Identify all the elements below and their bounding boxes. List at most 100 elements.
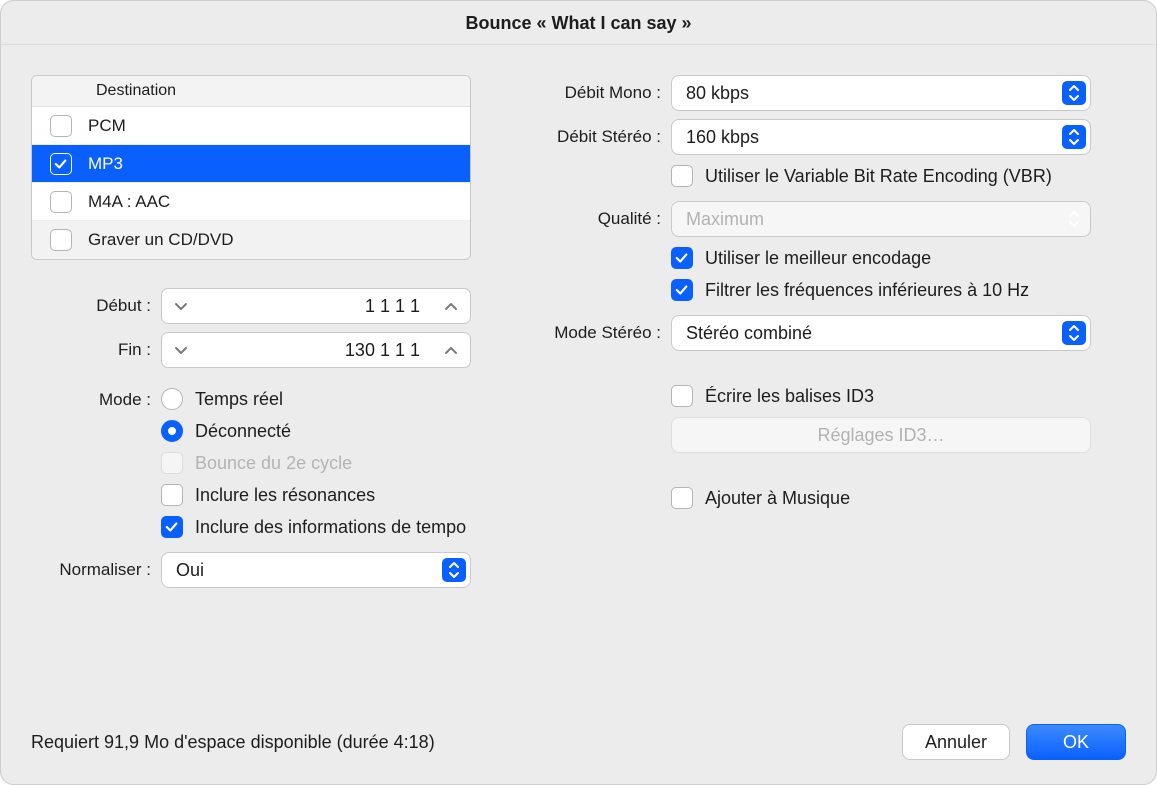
start-row: Début : 1 1 1 1 xyxy=(31,288,471,324)
vbr-option[interactable]: Utiliser le Variable Bit Rate Encoding (… xyxy=(671,165,1126,187)
updown-icon xyxy=(442,558,466,582)
quality-label: Qualité : xyxy=(501,209,671,229)
ok-button[interactable]: OK xyxy=(1026,724,1126,760)
destination-checkbox-cd[interactable] xyxy=(50,229,72,251)
destination-row-mp3[interactable]: MP3 xyxy=(32,145,470,183)
best-encoding-label: Utiliser le meilleur encodage xyxy=(705,248,931,269)
write-id3-option[interactable]: Écrire les balises ID3 xyxy=(671,385,1126,407)
start-stepper[interactable]: 1 1 1 1 xyxy=(161,288,471,324)
add-to-music-option[interactable]: Ajouter à Musique xyxy=(671,487,1126,509)
start-decrement[interactable] xyxy=(162,289,200,323)
checkbox-best-encoding[interactable] xyxy=(671,247,693,269)
footer-status: Requiert 91,9 Mo d'espace disponible (du… xyxy=(31,732,902,753)
destination-checkbox-mp3[interactable] xyxy=(50,153,72,175)
id3-settings-button: Réglages ID3… xyxy=(671,417,1091,453)
checkbox-add-to-music[interactable] xyxy=(671,487,693,509)
end-value[interactable]: 130 1 1 1 xyxy=(200,340,432,361)
mode-second-cycle: Bounce du 2e cycle xyxy=(161,452,466,474)
footer-actions: Annuler OK xyxy=(902,724,1126,760)
destination-row-pcm[interactable]: PCM xyxy=(32,107,470,145)
cancel-button[interactable]: Annuler xyxy=(902,724,1010,760)
stereo-mode-value: Stéréo combiné xyxy=(686,323,1054,344)
mode-row: Mode : Temps réel Déconnecté Bounce du 2… xyxy=(31,388,471,538)
stereo-select[interactable]: 160 kbps xyxy=(671,119,1091,155)
start-label: Début : xyxy=(31,296,161,316)
updown-icon xyxy=(1062,207,1086,231)
updown-icon xyxy=(1062,321,1086,345)
mode-realtime-label: Temps réel xyxy=(195,389,283,410)
quality-value: Maximum xyxy=(686,209,1054,230)
mode-realtime[interactable]: Temps réel xyxy=(161,388,466,410)
mode-include-tempo[interactable]: Inclure des informations de tempo xyxy=(161,516,466,538)
mono-select[interactable]: 80 kbps xyxy=(671,75,1091,111)
chevron-down-icon xyxy=(173,343,189,357)
end-stepper[interactable]: 130 1 1 1 xyxy=(161,332,471,368)
mono-value: 80 kbps xyxy=(686,83,1054,104)
filter-10hz-label: Filtrer les fréquences inférieures à 10 … xyxy=(705,280,1029,301)
mode-offline-label: Déconnecté xyxy=(195,421,291,442)
chevron-down-icon xyxy=(173,299,189,313)
checkbox-second-cycle xyxy=(161,452,183,474)
mode-include-tail-label: Inclure les résonances xyxy=(195,485,375,506)
best-encoding-option[interactable]: Utiliser le meilleur encodage xyxy=(671,247,1126,269)
quality-select: Maximum xyxy=(671,201,1091,237)
chevron-up-icon xyxy=(443,299,459,313)
normalize-row: Normaliser : Oui xyxy=(31,552,471,588)
radio-realtime[interactable] xyxy=(161,388,183,410)
vbr-label: Utiliser le Variable Bit Rate Encoding (… xyxy=(705,166,1052,187)
quality-row: Qualité : Maximum xyxy=(501,201,1126,237)
destination-row-cd[interactable]: Graver un CD/DVD xyxy=(32,221,470,259)
radio-offline[interactable] xyxy=(161,420,183,442)
destination-label: M4A : AAC xyxy=(88,192,170,212)
ok-label: OK xyxy=(1063,732,1089,753)
end-decrement[interactable] xyxy=(162,333,200,367)
write-id3-label: Écrire les balises ID3 xyxy=(705,386,874,407)
stereo-label: Débit Stéréo : xyxy=(501,127,671,147)
end-row: Fin : 130 1 1 1 xyxy=(31,332,471,368)
checkbox-filter-10hz[interactable] xyxy=(671,279,693,301)
mono-row: Débit Mono : 80 kbps xyxy=(501,75,1126,111)
window-title: Bounce « What I can say » xyxy=(1,1,1156,45)
checkbox-include-tempo[interactable] xyxy=(161,516,183,538)
destination-label: MP3 xyxy=(88,154,123,174)
checkbox-include-tail[interactable] xyxy=(161,484,183,506)
right-column: Débit Mono : 80 kbps Débit Stéréo : 160 … xyxy=(501,75,1126,706)
checkbox-vbr[interactable] xyxy=(671,165,693,187)
normalize-label: Normaliser : xyxy=(31,560,161,580)
end-increment[interactable] xyxy=(432,333,470,367)
stereo-mode-row: Mode Stéréo : Stéréo combiné xyxy=(501,315,1126,351)
normalize-value: Oui xyxy=(176,560,434,581)
updown-icon xyxy=(1062,81,1086,105)
filter-10hz-option[interactable]: Filtrer les fréquences inférieures à 10 … xyxy=(671,279,1126,301)
mode-label: Mode : xyxy=(31,388,161,410)
mono-label: Débit Mono : xyxy=(501,83,671,103)
id3-settings-label: Réglages ID3… xyxy=(817,425,944,446)
destination-header: Destination xyxy=(32,76,470,107)
cancel-label: Annuler xyxy=(925,732,987,753)
start-value[interactable]: 1 1 1 1 xyxy=(200,296,432,317)
mode-offline[interactable]: Déconnecté xyxy=(161,420,466,442)
mode-options: Temps réel Déconnecté Bounce du 2e cycle… xyxy=(161,388,466,538)
mode-include-tail[interactable]: Inclure les résonances xyxy=(161,484,466,506)
stereo-value: 160 kbps xyxy=(686,127,1054,148)
mode-second-cycle-label: Bounce du 2e cycle xyxy=(195,453,352,474)
stereo-mode-label: Mode Stéréo : xyxy=(501,323,671,343)
start-increment[interactable] xyxy=(432,289,470,323)
normalize-select[interactable]: Oui xyxy=(161,552,471,588)
end-label: Fin : xyxy=(31,340,161,360)
destination-checkbox-m4a[interactable] xyxy=(50,191,72,213)
updown-icon xyxy=(1062,125,1086,149)
checkbox-write-id3[interactable] xyxy=(671,385,693,407)
destination-label: Graver un CD/DVD xyxy=(88,230,233,250)
destination-list: Destination PCM MP3 M4A : AAC Graver un … xyxy=(31,75,471,260)
chevron-up-icon xyxy=(443,343,459,357)
destination-label: PCM xyxy=(88,116,126,136)
mode-include-tempo-label: Inclure des informations de tempo xyxy=(195,517,466,538)
destination-row-m4a[interactable]: M4A : AAC xyxy=(32,183,470,221)
stereo-mode-select[interactable]: Stéréo combiné xyxy=(671,315,1091,351)
bounce-dialog: Bounce « What I can say » Destination PC… xyxy=(0,0,1157,785)
dialog-content: Destination PCM MP3 M4A : AAC Graver un … xyxy=(1,45,1156,706)
destination-checkbox-pcm[interactable] xyxy=(50,115,72,137)
id3-settings-wrap: Réglages ID3… xyxy=(671,417,1126,453)
dialog-footer: Requiert 91,9 Mo d'espace disponible (du… xyxy=(1,706,1156,784)
